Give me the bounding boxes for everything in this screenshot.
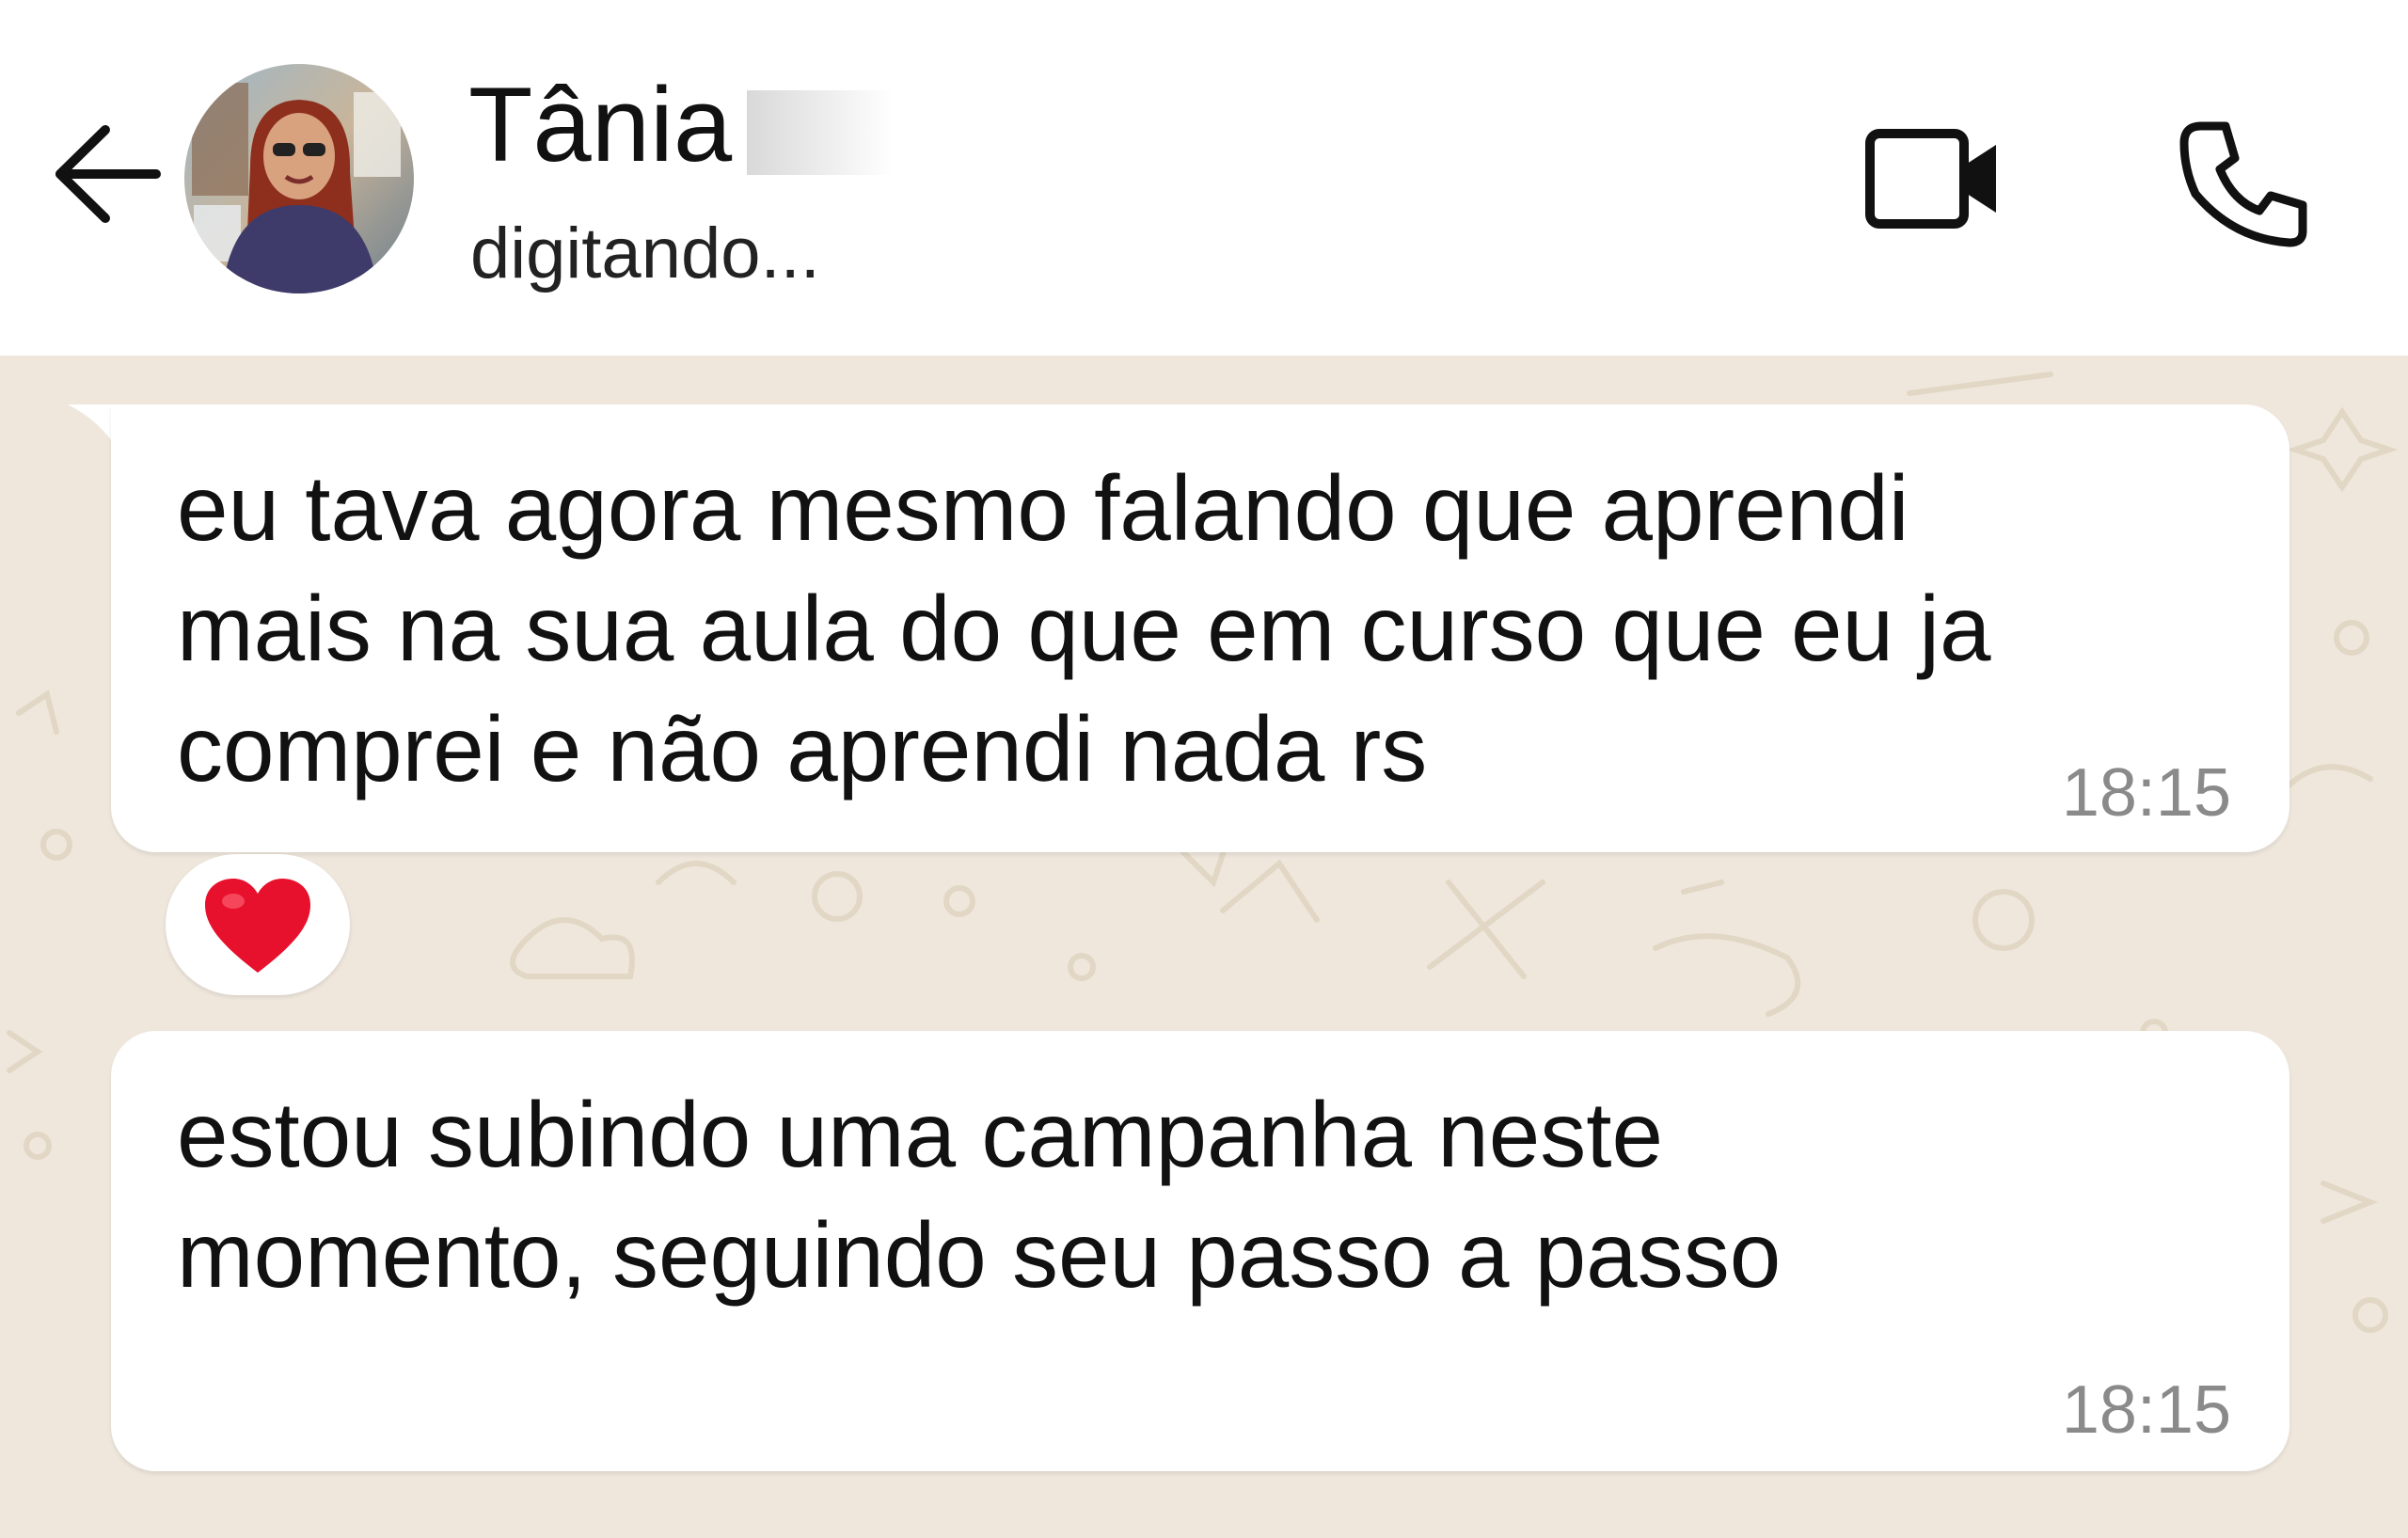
message-bubble[interactable]: estou subindo uma campanha neste momento… <box>111 1031 2289 1471</box>
typing-status: digitando... <box>470 214 820 293</box>
chat-header: Tânia digitando... <box>0 0 2408 356</box>
heart-icon <box>205 879 310 973</box>
avatar[interactable] <box>184 64 414 293</box>
message-text: eu tava agora mesmo falando que aprendi … <box>177 456 1991 801</box>
message-bubble[interactable]: eu tava agora mesmo falando que aprendi … <box>111 404 2289 852</box>
chat-area[interactable]: eu tava agora mesmo falando que aprendi … <box>0 356 2408 1538</box>
redacted-surname <box>747 90 992 176</box>
contact-name[interactable]: Tânia <box>468 62 992 188</box>
contact-photo <box>184 64 414 293</box>
arrow-left-icon <box>55 125 161 223</box>
message-time: 18:15 <box>2061 755 2231 831</box>
contact-name-text: Tânia <box>468 66 733 183</box>
message-time: 18:15 <box>2061 1372 2231 1448</box>
video-camera-icon <box>1865 129 1996 229</box>
back-button[interactable] <box>47 113 169 235</box>
phone-icon <box>2179 121 2307 247</box>
video-call-button[interactable] <box>1862 122 2004 235</box>
message-text: estou subindo uma campanha neste momento… <box>177 1083 1782 1307</box>
reaction-badge[interactable] <box>166 854 350 995</box>
voice-call-button[interactable] <box>2173 113 2314 254</box>
